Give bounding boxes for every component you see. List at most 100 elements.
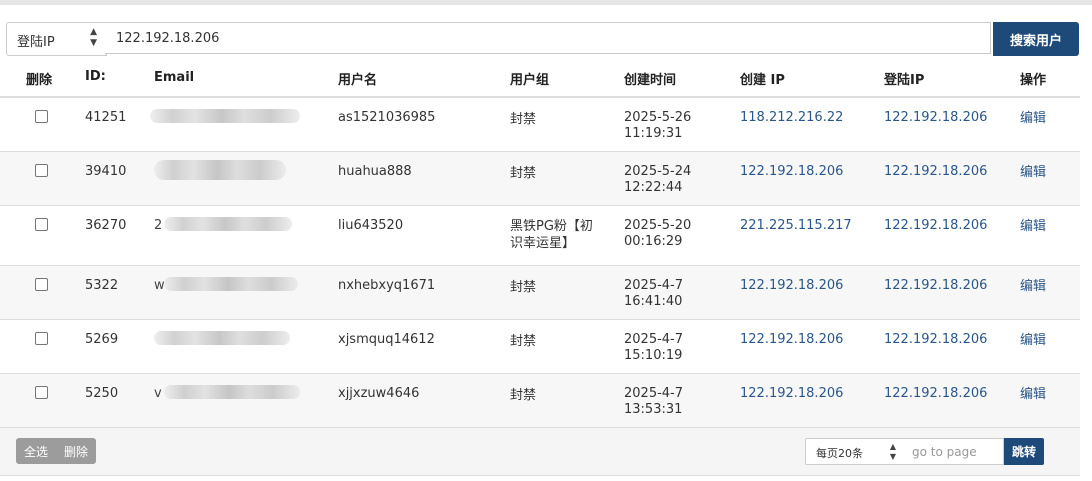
row-checkbox[interactable] [35,218,48,231]
row-date: 2025-4-7 [624,386,684,401]
col-delete: 删除 [26,73,53,88]
row-checkbox[interactable] [35,386,48,399]
row-username: xjjxzuw4646 [338,386,420,401]
col-created-ip: 创建 IP [740,73,785,88]
email-redacted [154,160,286,180]
email-prefix: 2 [154,218,163,233]
row-edit-link[interactable]: 编辑 [1020,333,1046,349]
row-id: 5269 [85,332,119,347]
row-username: huahua888 [338,164,412,179]
row-time: 15:10:19 [624,348,683,363]
email-redacted [164,385,300,399]
col-email: Email [154,70,195,85]
row-checkbox[interactable] [35,278,48,291]
row-username: nxhebxyq1671 [338,278,436,293]
row-created-time: 2025-4-7 15:10:19 [624,332,683,364]
row-created-ip[interactable]: 221.225.115.217 [740,218,852,234]
row-group: 封禁 [510,112,537,127]
row-edit-link[interactable]: 编辑 [1020,279,1046,295]
row-edit-link[interactable]: 编辑 [1020,111,1046,127]
search-input[interactable] [105,22,991,54]
col-login-ip: 登陆IP [884,73,925,88]
row-id: 36270 [85,218,127,233]
email-prefix: v [154,386,162,401]
row-group-line1: 黑铁PG粉【初 [510,219,593,234]
table-row: 5250 v xjjxzuw4646 封禁 2025-4-7 13:53:31 1… [0,374,1080,428]
row-time: 11:19:31 [624,126,683,141]
row-created-time: 2025-5-24 12:22:44 [624,164,691,196]
select-all-button[interactable]: 全选 [16,438,56,464]
select-arrows-icon: ▲ ▼ [889,442,896,461]
row-id: 39410 [85,164,127,179]
row-username: xjsmquq14612 [338,332,435,347]
row-login-ip[interactable]: 122.192.18.206 [884,164,987,180]
email-prefix: w [154,278,165,293]
col-created-time: 创建时间 [624,73,677,88]
col-username: 用户名 [338,73,378,88]
search-field-select[interactable]: 登陆IP ▲ ▼ [6,22,107,56]
table-row: 41251 as1521036985 封禁 2025-5-26 11:19:31 … [0,98,1080,152]
row-time: 00:16:29 [624,234,683,249]
table-row: 36270 2 liu643520 黑铁PG粉【初 识幸运星】 2025-5-20… [0,206,1080,266]
search-bar: 登陆IP ▲▼ 搜索用户 [6,22,1079,56]
email-redacted [154,331,290,345]
row-time: 12:22:44 [624,180,683,195]
goto-page-input[interactable] [904,438,1004,465]
search-field-value: 登陆IP [17,35,55,50]
row-created-ip[interactable]: 122.192.18.206 [740,278,843,294]
col-action: 操作 [1020,73,1047,88]
row-checkbox[interactable] [35,332,48,345]
row-date: 2025-5-20 [624,218,692,233]
row-date: 2025-5-26 [624,110,692,125]
row-login-ip[interactable]: 122.192.18.206 [884,332,987,348]
bulk-delete-button[interactable]: 删除 [56,438,96,464]
table-row: 39410 huahua888 封禁 2025-5-24 12:22:44 122… [0,152,1080,206]
top-strip [0,0,1092,5]
row-id: 5250 [85,386,119,401]
table-row: 5322 w nxhebxyq1671 封禁 2025-4-7 16:41:40 … [0,266,1080,320]
row-time: 16:41:40 [624,294,683,309]
table-row: 5269 xjsmquq14612 封禁 2025-4-7 15:10:19 12… [0,320,1080,374]
row-created-time: 2025-5-26 11:19:31 [624,110,691,142]
row-created-time: 2025-5-20 00:16:29 [624,218,691,250]
row-group-line2: 识幸运星】 [510,236,576,251]
row-login-ip[interactable]: 122.192.18.206 [884,386,987,402]
row-date: 2025-5-24 [624,164,692,179]
row-edit-link[interactable]: 编辑 [1020,387,1046,403]
row-group: 封禁 [510,388,537,403]
row-username: liu643520 [338,218,404,233]
row-login-ip[interactable]: 122.192.18.206 [884,110,987,126]
row-date: 2025-4-7 [624,278,684,293]
row-group: 封禁 [510,280,537,295]
row-login-ip[interactable]: 122.192.18.206 [884,218,987,234]
col-id: ID: [85,69,106,84]
email-redacted [164,217,292,231]
row-created-ip[interactable]: 122.192.18.206 [740,386,843,402]
search-users-button[interactable]: 搜索用户 [993,22,1079,56]
row-created-ip[interactable]: 122.192.18.206 [740,164,843,180]
row-time: 13:53:31 [624,402,683,417]
row-group: 黑铁PG粉【初 识幸运星】 [510,218,593,252]
row-created-ip[interactable]: 118.212.216.22 [740,110,843,126]
table-header: 删除 ID: Email 用户名 用户组 创建时间 创建 IP 登陆IP 操作 [0,58,1080,98]
email-redacted [150,109,300,123]
col-group: 用户组 [510,73,550,88]
row-checkbox[interactable] [35,164,48,177]
row-group: 封禁 [510,166,537,181]
table-footer: 全选 删除 每页20条 ▲▼ 跳转 [0,428,1080,476]
row-checkbox[interactable] [35,110,48,123]
email-redacted [164,277,298,291]
row-created-time: 2025-4-7 16:41:40 [624,278,683,310]
per-page-value: 每页20条 [816,447,863,460]
row-edit-link[interactable]: 编辑 [1020,219,1046,235]
row-created-ip[interactable]: 122.192.18.206 [740,332,843,348]
row-username: as1521036985 [338,110,436,125]
jump-button[interactable]: 跳转 [1004,438,1044,465]
row-id: 41251 [85,110,127,125]
row-date: 2025-4-7 [624,332,684,347]
select-arrows-icon: ▲ ▼ [90,27,97,48]
per-page-select[interactable]: 每页20条 ▲ ▼ [805,438,905,465]
row-login-ip[interactable]: 122.192.18.206 [884,278,987,294]
row-edit-link[interactable]: 编辑 [1020,165,1046,181]
row-group: 封禁 [510,334,537,349]
